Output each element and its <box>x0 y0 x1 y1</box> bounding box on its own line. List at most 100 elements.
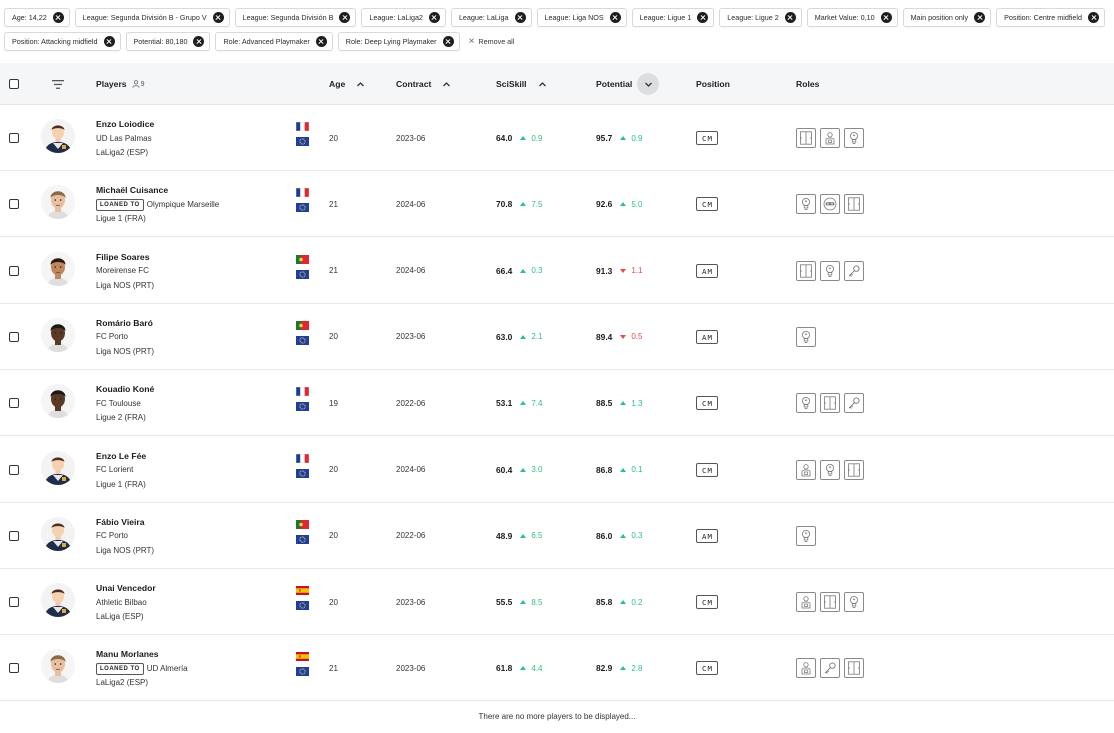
role-pitch-line-icon[interactable] <box>820 393 840 414</box>
avatar[interactable] <box>41 649 75 684</box>
row-checkbox[interactable] <box>9 133 19 143</box>
avatar[interactable] <box>41 384 75 419</box>
avatar[interactable] <box>41 119 75 153</box>
table-row[interactable]: Michaël Cuisance LOANED TO Olympique Mars… <box>0 171 1114 238</box>
table-row[interactable]: Enzo Loiodice UD Las Palmas LaLiga2 (ESP… <box>0 105 1114 171</box>
role-pitch-line-icon[interactable] <box>796 128 816 148</box>
avatar[interactable] <box>41 583 75 618</box>
avatar[interactable] <box>41 516 75 551</box>
flag-eu-icon <box>296 269 309 279</box>
role-bulb-figure-icon[interactable] <box>820 459 840 480</box>
table-row[interactable]: Kouadio Koné FC Toulouse Ligue 2 (FRA) 1… <box>0 370 1114 437</box>
role-pitch-line-icon[interactable] <box>844 459 864 480</box>
role-key-icon[interactable] <box>820 658 840 679</box>
player-name[interactable]: Unai Vencedor <box>96 581 156 596</box>
column-players[interactable]: Players 9 <box>96 63 145 105</box>
position-badge: CM <box>696 595 718 610</box>
row-checkbox[interactable] <box>9 265 19 276</box>
table-row[interactable]: Romário Baró FC Porto Liga NOS (PRT) 20 … <box>0 304 1114 370</box>
player-name[interactable]: Filipe Soares <box>96 250 154 265</box>
column-contract[interactable]: Contract <box>396 63 451 105</box>
player-name[interactable]: Kouadio Koné <box>96 382 154 397</box>
row-checkbox[interactable] <box>9 331 19 342</box>
player-team[interactable]: FC Porto <box>96 529 154 544</box>
close-icon[interactable] <box>880 12 892 23</box>
role-lock-figure-icon[interactable] <box>796 459 816 480</box>
player-name[interactable]: Enzo Le Fée <box>96 449 146 464</box>
role-pitch-line-icon[interactable] <box>820 592 840 613</box>
select-all-checkbox[interactable] <box>9 79 19 89</box>
player-name[interactable]: Manu Morlanes <box>96 647 188 662</box>
row-checkbox[interactable] <box>9 663 19 674</box>
column-sciskill[interactable]: SciSkill <box>496 63 547 105</box>
player-name[interactable]: Fábio Vieira <box>96 515 154 530</box>
row-checkbox[interactable] <box>9 464 19 475</box>
close-icon[interactable] <box>514 12 526 23</box>
sort-descending-button[interactable] <box>637 73 660 95</box>
role-key-icon[interactable] <box>844 393 864 414</box>
role-bulb-figure-icon[interactable] <box>844 128 864 148</box>
role-key-icon[interactable] <box>844 260 864 281</box>
column-age[interactable]: Age <box>329 63 365 105</box>
player-team[interactable]: FC Porto <box>96 330 154 345</box>
close-icon[interactable] <box>103 36 115 47</box>
column-roles[interactable]: Roles <box>796 63 819 105</box>
table-row[interactable]: Unai Vencedor Athletic Bilbao LaLiga (ES… <box>0 569 1114 636</box>
role-bulb-figure-icon[interactable] <box>796 525 816 546</box>
role-pitch-line-icon[interactable] <box>844 194 864 215</box>
close-icon[interactable] <box>193 36 205 47</box>
player-team[interactable]: Moreirense FC <box>96 264 154 279</box>
player-team[interactable]: Athletic Bilbao <box>96 596 156 611</box>
role-lock-figure-icon[interactable] <box>796 658 816 679</box>
column-position[interactable]: Position <box>696 63 730 105</box>
player-name[interactable]: Romário Baró <box>96 316 154 331</box>
role-pitch-line-icon[interactable] <box>844 658 864 679</box>
role-lock-figure-icon[interactable] <box>796 592 816 613</box>
avatar[interactable] <box>41 450 75 485</box>
role-bulb-figure-icon[interactable] <box>844 592 864 613</box>
player-name[interactable]: Michaël Cuisance <box>96 183 219 198</box>
role-mask-icon[interactable] <box>820 194 840 215</box>
table-row[interactable]: Manu Morlanes LOANED TO UD Almería LaLiga… <box>0 635 1114 702</box>
row-checkbox[interactable] <box>9 398 19 409</box>
avatar[interactable] <box>41 185 75 220</box>
table-row[interactable]: Fábio Vieira FC Porto Liga NOS (PRT) 20 … <box>0 503 1114 569</box>
player-name[interactable]: Enzo Loiodice <box>96 117 154 132</box>
row-checkbox[interactable] <box>9 199 19 210</box>
row-checkbox[interactable] <box>9 530 19 541</box>
close-icon[interactable] <box>442 36 454 47</box>
role-pitch-line-icon[interactable] <box>796 260 816 281</box>
table-row[interactable]: Enzo Le Fée FC Lorient Ligue 1 (FRA) 20 … <box>0 437 1114 503</box>
close-icon[interactable] <box>212 12 224 23</box>
close-icon[interactable] <box>428 12 440 23</box>
player-team[interactable]: UD Las Palmas <box>96 132 154 147</box>
player-age: 20 <box>329 332 338 342</box>
close-icon[interactable] <box>1088 12 1100 23</box>
close-icon[interactable] <box>974 12 986 23</box>
player-team-name[interactable]: Olympique Marseille <box>147 200 219 209</box>
avatar[interactable] <box>41 251 75 286</box>
remove-all-button[interactable]: × Remove all <box>465 32 519 51</box>
table-row[interactable]: Filipe Soares Moreirense FC Liga NOS (PR… <box>0 238 1114 304</box>
player-team[interactable]: FC Toulouse <box>96 397 154 412</box>
close-icon[interactable] <box>784 12 796 23</box>
role-bulb-figure-icon[interactable] <box>796 393 816 414</box>
player-team-name[interactable]: UD Almería <box>147 664 188 673</box>
flag-spain-icon <box>296 652 309 662</box>
player-contract: 2023-06 <box>396 332 426 342</box>
player-contract: 2023-06 <box>396 597 426 607</box>
role-bulb-figure-icon[interactable] <box>796 194 816 215</box>
close-icon[interactable] <box>339 12 351 23</box>
column-potential[interactable]: Potential <box>596 63 660 105</box>
close-icon[interactable] <box>609 12 621 23</box>
close-icon[interactable] <box>52 12 64 23</box>
row-checkbox[interactable] <box>9 597 19 608</box>
filter-icon[interactable] <box>52 79 64 89</box>
avatar[interactable] <box>41 317 75 352</box>
role-bulb-figure-icon[interactable] <box>796 326 816 347</box>
role-lock-figure-icon[interactable] <box>820 128 840 148</box>
role-bulb-figure-icon[interactable] <box>820 260 840 281</box>
close-icon[interactable] <box>315 36 327 47</box>
close-icon[interactable] <box>697 12 709 23</box>
player-team[interactable]: FC Lorient <box>96 463 146 478</box>
